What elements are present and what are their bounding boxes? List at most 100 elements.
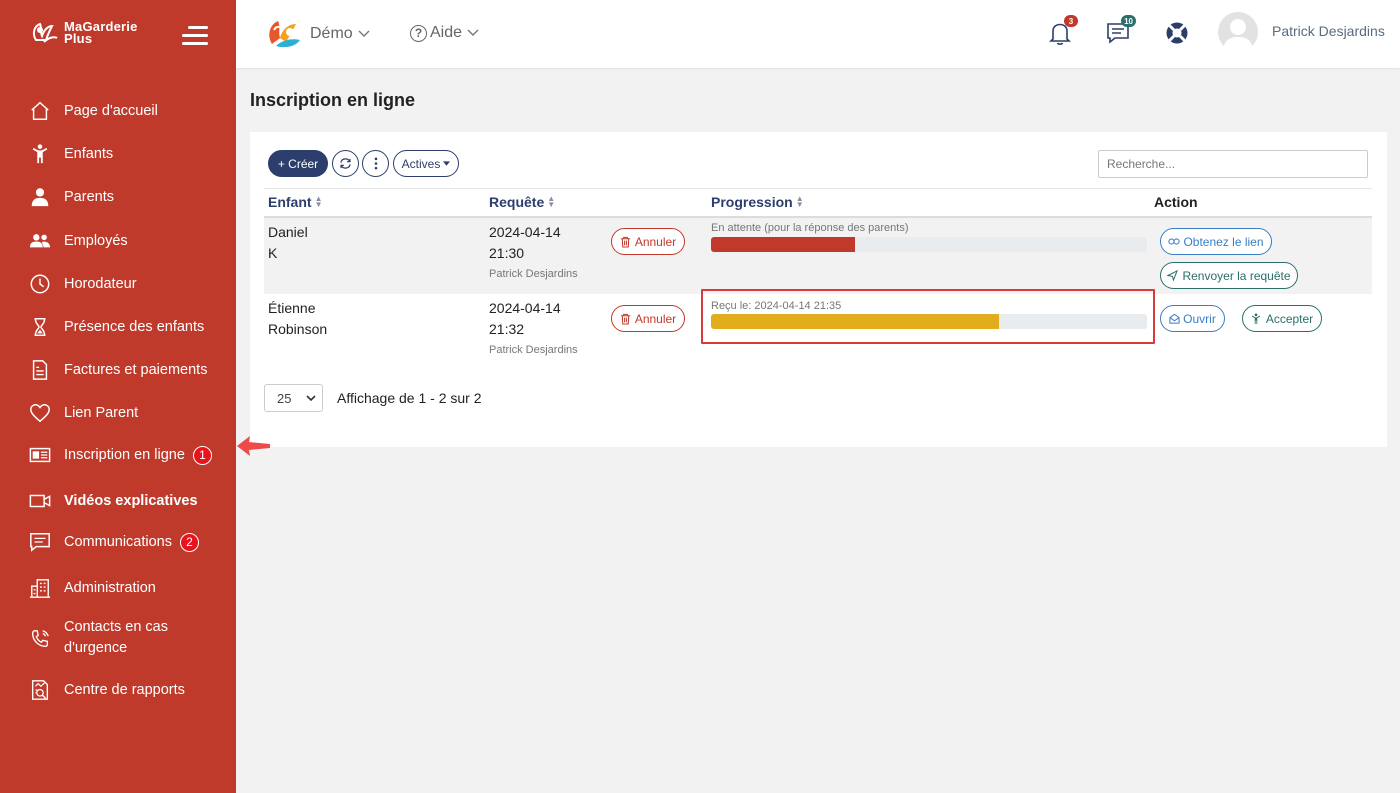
support-button[interactable] <box>1164 20 1190 46</box>
id-card-icon <box>28 443 52 467</box>
progress-status: En attente (pour la réponse des parents) <box>711 222 909 234</box>
refresh-icon <box>340 158 351 169</box>
sidebar-item-factures[interactable]: Factures et paiements <box>28 358 207 382</box>
app-logo[interactable]: MaGarderie Plus <box>30 18 138 48</box>
request-author: Patrick Desjardins <box>489 268 578 280</box>
sort-icon: ▲ ▼ <box>547 194 556 209</box>
home-icon <box>28 99 52 123</box>
status-filter-label: Actives <box>401 156 441 171</box>
video-icon <box>28 489 52 513</box>
building-icon <box>28 576 52 600</box>
request-datetime: 2024-04-14 21:30 <box>489 224 561 261</box>
sidebar-item-home[interactable]: Page d'accueil <box>28 99 158 123</box>
demo-label: Démo <box>310 25 353 42</box>
sidebar-item-inscription[interactable]: Inscription en ligne 1 <box>28 443 212 467</box>
open-button[interactable]: Ouvrir <box>1160 305 1225 332</box>
parent-icon <box>28 185 52 209</box>
table-row: Daniel K 2024-04-14 21:30 Patrick Desjar… <box>264 218 1372 294</box>
search-input[interactable] <box>1098 150 1368 178</box>
sidebar-item-label: Présence des enfants <box>64 318 205 335</box>
column-header-enfant[interactable]: Enfant ▲ ▼ <box>268 194 322 210</box>
sidebar-item-label: Factures et paiements <box>64 361 208 378</box>
sidebar-item-label: Employés <box>64 232 128 249</box>
sidebar-item-rapports[interactable]: Centre de rapports <box>28 678 185 702</box>
employees-icon <box>28 229 52 253</box>
caret-down-icon <box>443 161 451 166</box>
sidebar-item-administration[interactable]: Administration <box>28 576 156 600</box>
sort-icon: ▲ ▼ <box>314 194 323 209</box>
demo-selector[interactable]: Démo <box>266 16 370 52</box>
cancel-button[interactable]: Annuler <box>611 305 685 332</box>
sidebar-item-employes[interactable]: Employés <box>28 229 128 253</box>
column-header-requete[interactable]: Requête ▲ ▼ <box>489 194 555 210</box>
request-datetime: 2024-04-14 21:32 <box>489 300 561 337</box>
sidebar-item-label: Parents <box>64 188 114 205</box>
sidebar-item-presence[interactable]: Présence des enfants <box>28 315 204 339</box>
heart-icon <box>28 401 52 425</box>
report-icon <box>28 678 52 702</box>
sidebar-item-label-line2: d'urgence <box>64 640 128 656</box>
more-options-button[interactable] <box>362 150 389 177</box>
sidebar-item-communications[interactable]: Communications 2 <box>28 530 199 554</box>
hourglass-icon <box>28 315 52 339</box>
link-icon <box>1168 238 1181 245</box>
sidebar-item-videos[interactable]: Vidéos explicatives <box>28 489 198 513</box>
trash-icon <box>620 313 630 325</box>
sidebar-item-lien-parent[interactable]: Lien Parent <box>28 401 138 425</box>
chevron-down-icon <box>306 395 316 402</box>
chevron-down-icon <box>358 30 370 37</box>
help-menu[interactable]: ? Aide <box>410 24 479 42</box>
accept-button[interactable]: Accepter <box>1242 305 1322 332</box>
get-link-button[interactable]: Obtenez le lien <box>1160 228 1272 255</box>
sidebar-item-parents[interactable]: Parents <box>28 185 114 209</box>
refresh-button[interactable] <box>332 150 359 177</box>
sidebar-item-horodateur[interactable]: Horodateur <box>28 272 137 296</box>
child-icon <box>1251 313 1260 324</box>
sidebar-item-label: Centre de rapports <box>64 681 185 698</box>
page-size-select[interactable]: 25 <box>264 384 323 412</box>
messages-button[interactable]: 10 <box>1105 15 1136 46</box>
sidebar-item-label: Lien Parent <box>64 404 139 421</box>
status-filter-dropdown[interactable]: Actives <box>393 150 459 177</box>
sidebar-item-label: Horodateur <box>64 275 137 292</box>
hands-logo-icon <box>32 22 58 43</box>
user-name[interactable]: Patrick Desjardins <box>1272 23 1385 39</box>
sort-icon: ▲ ▼ <box>795 194 804 209</box>
messages-badge: 10 <box>1121 15 1136 27</box>
help-label: Aide <box>430 24 463 41</box>
resend-request-button[interactable]: Renvoyer la requête <box>1160 262 1298 289</box>
send-icon <box>1167 270 1179 281</box>
sidebar-item-label: Administration <box>64 579 156 596</box>
notifications-button[interactable]: 3 <box>1047 15 1078 46</box>
menu-toggle-button[interactable] <box>180 26 208 46</box>
create-button[interactable]: + Créer <box>268 150 328 177</box>
trash-icon <box>620 236 630 248</box>
pagination-info: Affichage de 1 - 2 sur 2 <box>337 390 482 406</box>
sidebar-item-label: Enfants <box>64 145 114 162</box>
vertical-dots-icon <box>374 157 377 170</box>
column-header-progression[interactable]: Progression ▲ ▼ <box>711 194 804 210</box>
divider <box>264 188 1372 189</box>
sidebar-item-label: Vidéos explicatives <box>64 492 198 509</box>
sidebar-item-enfants[interactable]: Enfants <box>28 142 113 166</box>
cancel-button[interactable]: Annuler <box>611 228 685 255</box>
annotation-arrow-icon <box>237 436 270 456</box>
clock-icon <box>28 272 52 296</box>
envelope-open-icon <box>1169 313 1180 324</box>
sidebar: MaGarderie Plus Page d'accueil Enfants P… <box>0 0 236 793</box>
hands-logo-icon <box>269 21 300 48</box>
highlight-annotation-box <box>701 289 1155 344</box>
sidebar-item-label-line1: Contacts en cas <box>64 619 168 635</box>
phone-icon <box>28 627 52 651</box>
avatar[interactable] <box>1218 12 1258 52</box>
sidebar-item-label: Page d'accueil <box>64 102 158 119</box>
child-icon <box>28 142 52 166</box>
sidebar-item-contacts-urgence[interactable]: Contacts en cas d'urgence <box>28 617 168 659</box>
progress-bar <box>711 237 1147 252</box>
user-avatar-icon <box>1223 19 1253 52</box>
top-bar: Démo ? Aide 3 10 Patrick Desjardins <box>236 0 1400 68</box>
inscription-table-card: + Créer Actives Enfant ▲▼ Requête ▲▼ Pro… <box>250 132 1387 447</box>
progress-bar-fill <box>711 237 855 252</box>
lifebuoy-icon <box>1166 22 1188 44</box>
notifications-badge: 3 <box>1064 15 1078 27</box>
